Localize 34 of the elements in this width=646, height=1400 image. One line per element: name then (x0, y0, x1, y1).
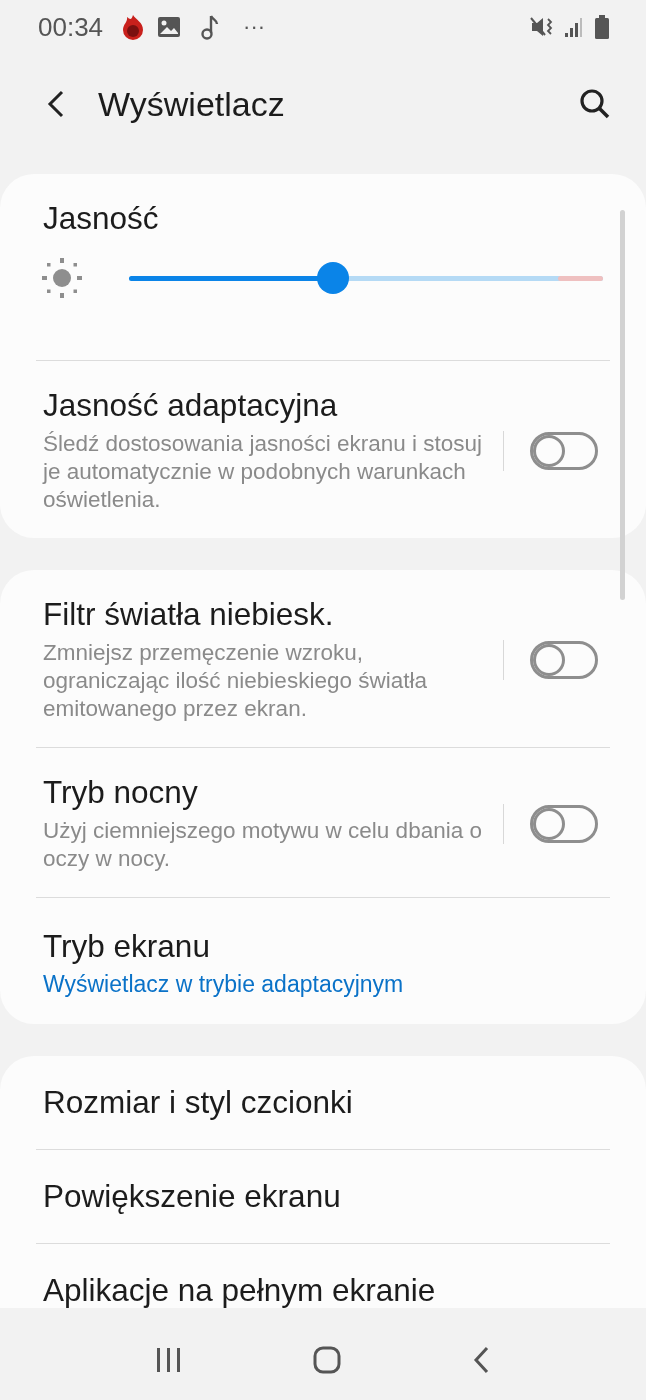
setting-row[interactable]: Jasność adaptacyjna Śledź dostosowania jasności ekranu i stosuj je automatycznie w podobnych warunkach oświetlenia. (0, 361, 646, 538)
row-description: Śledź dostosowania jasności ekranu i stosuj je automatycznie w podobnych warunkach oświetlenia. (43, 430, 483, 514)
row-value: Wyświetlacz w trybie adaptacyjnym (43, 971, 405, 998)
setting-row[interactable]: Tryb ekranu Wyświetlacz w trybie adaptacyjnym (0, 898, 646, 1024)
page-title: Wyświetlacz (98, 84, 285, 124)
status-time: 00:34 (38, 11, 104, 43)
image-icon (157, 16, 182, 38)
row-title: Jasność (43, 200, 160, 237)
search-icon (578, 87, 612, 121)
row-title: Tryb ekranu (43, 928, 211, 965)
row-title: Powiększenie ekranu (43, 1178, 341, 1215)
toggle-switch[interactable] (530, 640, 598, 679)
row-title: Rozmiar i styl czcionki (43, 1084, 353, 1121)
setting-row[interactable]: Tryb nocny Użyj ciemniejszego motywu w celu dbania o oczy w nocy. (0, 748, 646, 897)
row-title: Jasność adaptacyjna (43, 387, 339, 424)
row-title: Tryb nocny (43, 774, 199, 811)
setting-row[interactable]: Rozmiar i styl czcionki (0, 1056, 646, 1149)
row-description: Użyj ciemniejszego motywu w celu dbania o oczy w nocy. (43, 817, 483, 873)
setting-row[interactable]: Filtr światła niebiesk. Zmniejsz przemęczenie wzroku, ograniczając ilość niebieskiego światła emitowanego przez ekran. (0, 570, 646, 747)
signal-icon (564, 16, 584, 38)
battery-icon (594, 14, 610, 40)
row-title: Aplikacje na pełnym ekranie (43, 1272, 436, 1308)
toggle-switch[interactable] (530, 431, 598, 470)
row-title: Filtr światła niebiesk. (43, 596, 335, 633)
toggle-switch[interactable] (530, 804, 598, 843)
vibrate-muted-icon (530, 15, 554, 39)
music-note-icon (199, 14, 220, 40)
brightness-slider[interactable] (129, 262, 603, 294)
setting-row[interactable]: Aplikacje na pełnym ekranie (0, 1244, 646, 1308)
row-description: Zmniejsz przemęczenie wzroku, ograniczając ilość niebieskiego światła emitowanego przez ekran. (43, 639, 428, 723)
brightness-icon (39, 255, 85, 301)
setting-row[interactable]: Powiększenie ekranu (0, 1150, 646, 1243)
home-icon[interactable] (312, 1345, 342, 1375)
more-notifications: ··· (243, 14, 266, 40)
